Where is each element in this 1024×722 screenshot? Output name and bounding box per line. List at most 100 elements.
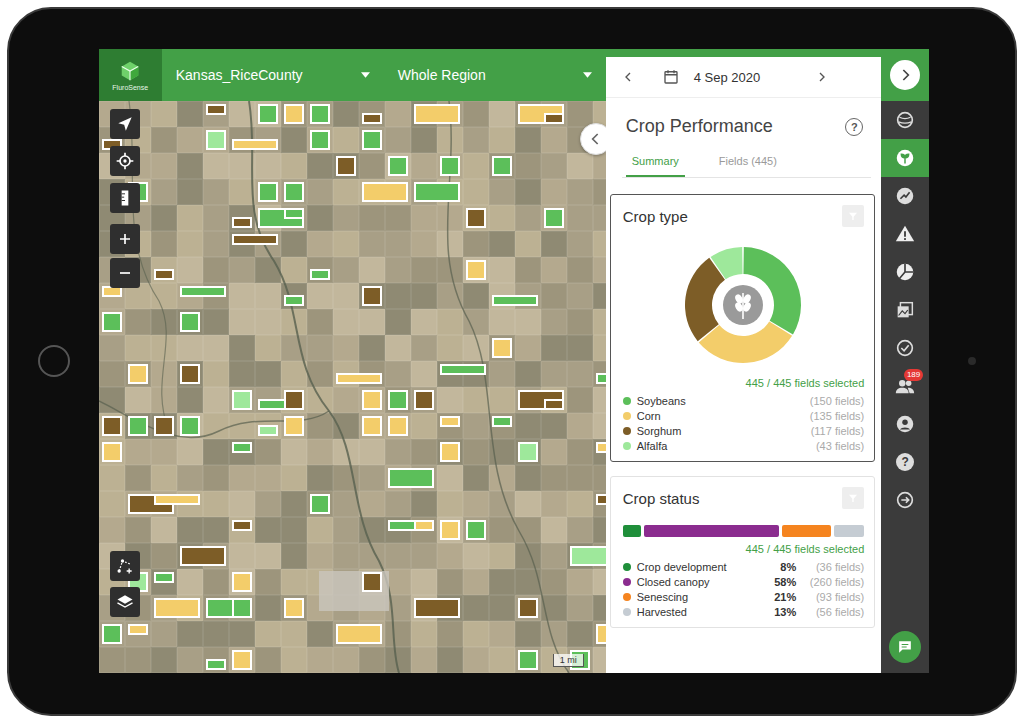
status-item[interactable]: Harvested13%(56 fields) xyxy=(623,604,865,619)
next-date-button[interactable] xyxy=(814,69,830,85)
field-polygon[interactable] xyxy=(362,130,382,150)
field-polygon[interactable] xyxy=(232,520,252,531)
field-polygon[interactable] xyxy=(128,624,148,635)
calendar-icon[interactable] xyxy=(662,68,680,86)
rail-item[interactable]: ? xyxy=(881,443,929,481)
field-polygon[interactable] xyxy=(102,416,122,436)
field-polygon[interactable] xyxy=(596,494,606,505)
status-item[interactable]: Crop development8%(36 fields) xyxy=(623,559,865,574)
field-polygon[interactable] xyxy=(596,624,606,644)
field-polygon[interactable] xyxy=(596,442,606,453)
field-polygon[interactable] xyxy=(466,520,486,540)
field-polygon[interactable] xyxy=(128,416,148,436)
rail-item[interactable] xyxy=(881,101,929,139)
field-polygon[interactable] xyxy=(362,113,382,124)
field-polygon[interactable] xyxy=(206,659,226,670)
field-polygon[interactable] xyxy=(180,364,200,384)
field-polygon[interactable] xyxy=(232,598,252,618)
locate-button[interactable] xyxy=(110,109,140,139)
field-polygon[interactable] xyxy=(310,130,330,150)
layers-button[interactable] xyxy=(110,587,140,617)
field-polygon[interactable] xyxy=(440,364,486,375)
field-polygon[interactable] xyxy=(336,373,382,384)
status-item[interactable]: Closed canopy58%(260 fields) xyxy=(623,574,865,589)
field-polygon[interactable] xyxy=(128,364,148,384)
legend-item[interactable]: Corn(135 fields) xyxy=(623,408,865,423)
field-polygon[interactable] xyxy=(154,416,174,436)
filter-button[interactable] xyxy=(842,487,864,509)
field-polygon[interactable] xyxy=(492,416,512,427)
field-polygon[interactable] xyxy=(284,295,304,306)
field-polygon[interactable] xyxy=(362,182,408,202)
field-polygon[interactable] xyxy=(310,494,330,514)
field-polygon[interactable] xyxy=(232,217,252,228)
field-polygon[interactable] xyxy=(440,416,460,427)
field-polygon[interactable] xyxy=(414,182,460,202)
field-polygon[interactable] xyxy=(414,390,434,410)
field-polygon[interactable] xyxy=(232,572,252,592)
center-button[interactable] xyxy=(110,146,140,176)
crop-status-card[interactable]: Crop status445 / 445 fields selectedCrop… xyxy=(610,476,876,628)
field-polygon[interactable] xyxy=(284,416,304,436)
rail-item[interactable]: 189 xyxy=(881,367,929,405)
field-polygon[interactable] xyxy=(440,442,460,462)
field-polygon[interactable] xyxy=(284,390,304,410)
field-polygon[interactable] xyxy=(180,286,226,297)
region-dropdown[interactable]: Kansas_RiceCounty xyxy=(162,49,384,101)
field-polygon[interactable] xyxy=(596,373,606,384)
field-polygon[interactable] xyxy=(466,260,486,280)
status-segment[interactable] xyxy=(623,525,642,537)
measure-button[interactable] xyxy=(110,183,140,213)
zoom-out-button[interactable] xyxy=(110,258,140,288)
field-polygon[interactable] xyxy=(180,546,226,566)
field-polygon[interactable] xyxy=(154,572,174,583)
field-polygon[interactable] xyxy=(466,208,486,228)
field-polygon[interactable] xyxy=(388,468,434,488)
field-polygon[interactable] xyxy=(414,520,434,531)
rail-item[interactable] xyxy=(881,405,929,443)
rail-item[interactable] xyxy=(881,253,929,291)
field-polygon[interactable] xyxy=(232,442,252,453)
field-polygon[interactable] xyxy=(180,416,200,436)
field-polygon[interactable] xyxy=(284,598,304,618)
field-polygon[interactable] xyxy=(180,312,200,332)
field-polygon[interactable] xyxy=(362,416,382,436)
field-polygon[interactable] xyxy=(154,598,200,618)
field-polygon[interactable] xyxy=(440,520,460,540)
field-polygon[interactable] xyxy=(414,104,460,124)
chat-button[interactable] xyxy=(889,631,921,663)
field-polygon[interactable] xyxy=(232,390,252,410)
rail-item[interactable] xyxy=(881,215,929,253)
field-polygon[interactable] xyxy=(258,104,278,124)
donut-slice[interactable] xyxy=(685,258,725,341)
rail-item[interactable] xyxy=(881,329,929,367)
field-polygon[interactable] xyxy=(310,269,330,280)
field-polygon[interactable] xyxy=(258,182,278,202)
field-polygon[interactable] xyxy=(154,269,174,280)
tab[interactable]: Fields (445) xyxy=(713,155,783,177)
legend-item[interactable]: Sorghum(117 fields) xyxy=(623,423,865,438)
map[interactable]: 1 mi xyxy=(99,101,606,673)
expand-button[interactable] xyxy=(890,60,920,90)
field-polygon[interactable] xyxy=(284,182,304,202)
field-polygon[interactable] xyxy=(310,104,330,124)
field-polygon[interactable] xyxy=(232,650,252,670)
field-polygon[interactable] xyxy=(102,442,122,462)
field-polygon[interactable] xyxy=(388,416,408,436)
logo[interactable]: FluroSense xyxy=(99,49,162,101)
field-polygon[interactable] xyxy=(414,598,460,618)
field-polygon[interactable] xyxy=(102,624,122,644)
field-polygon[interactable] xyxy=(232,234,278,245)
field-polygon[interactable] xyxy=(362,286,382,306)
legend-item[interactable]: Alfalfa(43 fields) xyxy=(623,438,865,453)
field-polygon[interactable] xyxy=(284,208,304,219)
status-segment[interactable] xyxy=(834,525,864,537)
field-polygon[interactable] xyxy=(206,104,226,115)
filter-button[interactable] xyxy=(842,205,864,227)
field-polygon[interactable] xyxy=(362,572,382,592)
status-item[interactable]: Senescing21%(93 fields) xyxy=(623,589,865,604)
zoom-in-button[interactable] xyxy=(110,224,140,254)
status-segment[interactable] xyxy=(644,525,779,537)
field-polygon[interactable] xyxy=(570,546,606,566)
collapse-panel-button[interactable] xyxy=(580,123,606,155)
